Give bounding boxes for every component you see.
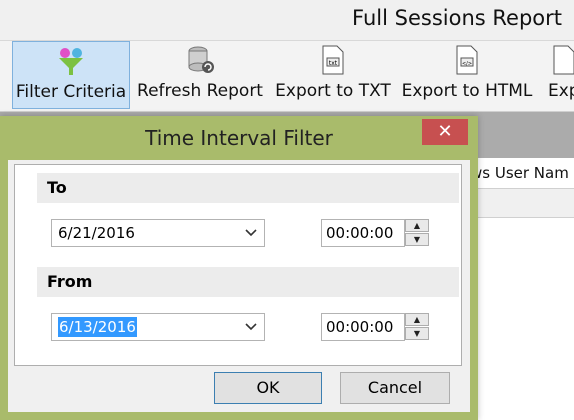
filter-icon (56, 46, 86, 81)
spin-up-icon[interactable]: ▲ (405, 313, 429, 326)
export-html-label: Export to HTML (401, 81, 533, 101)
filter-criteria-label: Filter Criteria (15, 82, 127, 102)
chevron-down-icon[interactable] (244, 220, 258, 256)
close-icon: ✕ (437, 121, 453, 142)
html-document-icon: </> (453, 45, 481, 80)
grid-column-header[interactable]: ws User Nam (470, 164, 569, 182)
to-time-value: 00:00:00 (326, 224, 394, 242)
to-date-value: 6/21/2016 (58, 224, 135, 242)
filter-panel: To 6/21/2016 00:00:00 ▲ ▼ From 6/13/2016 (14, 164, 462, 366)
filter-criteria-button[interactable]: Filter Criteria (12, 41, 130, 109)
ok-button[interactable]: OK (214, 372, 322, 404)
export-icon (550, 45, 574, 80)
spin-up-icon[interactable]: ▲ (405, 219, 429, 232)
from-date-value: 6/13/2016 (58, 317, 137, 337)
dialog-title: Time Interval Filter (145, 126, 333, 150)
refresh-report-button[interactable]: Refresh Report (136, 41, 264, 107)
refresh-report-label: Refresh Report (137, 81, 263, 101)
export-more-button[interactable]: Exp (544, 41, 574, 107)
export-txt-label: Export to TXT (275, 81, 391, 101)
to-time-input[interactable]: 00:00:00 (321, 219, 405, 247)
export-txt-button[interactable]: txt Export to TXT (274, 41, 392, 107)
toolbar: Filter Criteria Refresh Report txt Expor… (0, 40, 574, 112)
from-time-value: 00:00:00 (326, 318, 394, 336)
dialog-body: To 6/21/2016 00:00:00 ▲ ▼ From 6/13/2016 (8, 160, 470, 412)
time-interval-dialog: Time Interval Filter ✕ To 6/21/2016 00:0… (0, 116, 478, 420)
from-date-picker[interactable]: 6/13/2016 (51, 313, 265, 341)
chevron-down-icon[interactable] (244, 314, 258, 350)
to-section-header: To (37, 173, 459, 203)
database-refresh-icon (185, 45, 215, 80)
grid-row (470, 188, 574, 218)
export-more-label: Exp (548, 81, 574, 101)
spin-down-icon[interactable]: ▼ (405, 233, 429, 246)
cancel-button[interactable]: Cancel (340, 372, 450, 404)
export-html-button[interactable]: </> Export to HTML (400, 41, 534, 107)
svg-text:</>: </> (462, 61, 472, 67)
close-button[interactable]: ✕ (422, 119, 468, 145)
from-time-input[interactable]: 00:00:00 (321, 313, 405, 341)
txt-document-icon: txt (319, 45, 347, 80)
svg-text:txt: txt (329, 60, 338, 67)
from-time-spinner[interactable]: ▲ ▼ (405, 313, 429, 341)
spin-down-icon[interactable]: ▼ (405, 327, 429, 340)
report-title: Full Sessions Report (352, 6, 562, 30)
from-section-header: From (37, 267, 459, 297)
to-time-spinner[interactable]: ▲ ▼ (405, 219, 429, 247)
to-date-picker[interactable]: 6/21/2016 (51, 219, 265, 247)
